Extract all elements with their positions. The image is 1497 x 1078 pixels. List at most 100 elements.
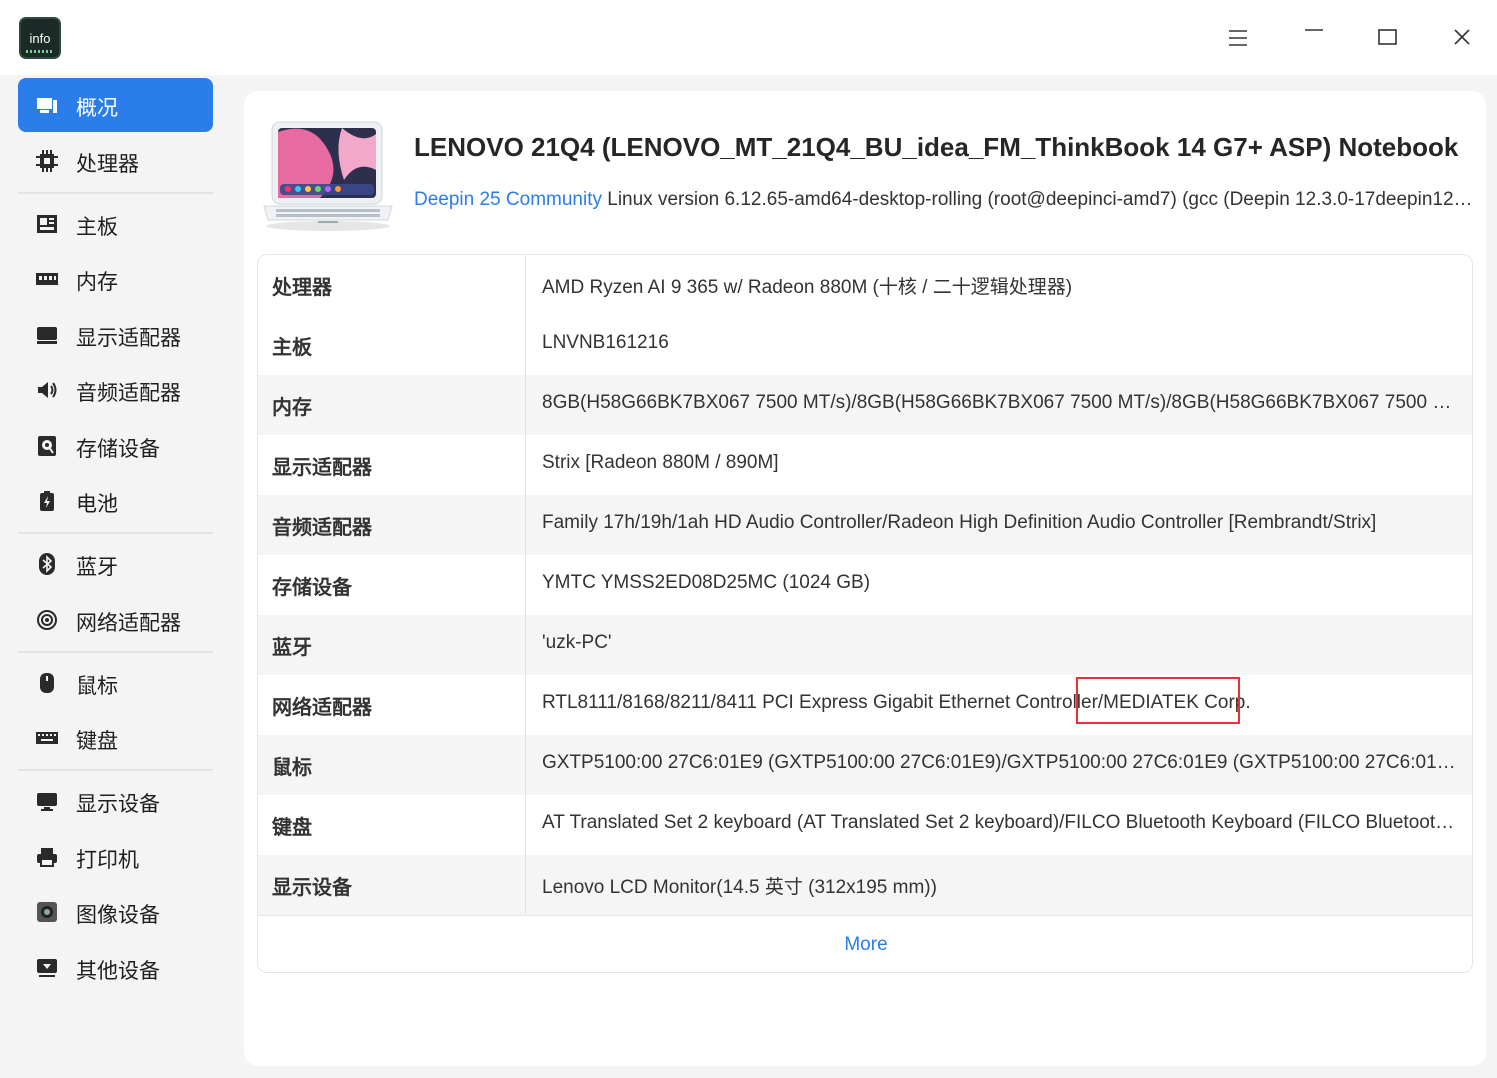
maximize-button[interactable]: [1368, 18, 1408, 58]
sidebar: 概况 处理器 主板 内存 显示适配器 音频适配器 存储设备 电池 蓝牙 网络适配…: [0, 75, 230, 1078]
sidebar-item-camera[interactable]: 图像设备: [18, 885, 213, 939]
table-row: 鼠标 GXTP5100:00 27C6:01E9 (GXTP5100:00 27…: [258, 735, 1472, 795]
cpu-icon: [36, 150, 58, 172]
sidebar-item-monitor[interactable]: 显示设备: [18, 774, 213, 828]
row-value: RTL8111/8168/8211/8411 PCI Express Gigab…: [542, 692, 1251, 713]
row-value: Lenovo LCD Monitor(14.5 英寸 (312x195 mm)): [542, 877, 937, 898]
display-adapter-icon: [37, 327, 57, 344]
sidebar-item-motherboard[interactable]: 主板: [18, 197, 213, 251]
sidebar-item-memory[interactable]: 内存: [18, 252, 213, 306]
sidebar-item-label: 网络适配器: [76, 612, 181, 635]
mouse-icon: [40, 673, 54, 693]
row-key: 蓝牙: [272, 637, 312, 659]
row-key: 键盘: [272, 817, 312, 839]
table-row: 显示设备 Lenovo LCD Monitor(14.5 英寸 (312x195…: [258, 855, 1472, 915]
monitor-icon: [37, 793, 57, 811]
minimize-icon: [1305, 29, 1323, 31]
sidebar-item-label: 主板: [76, 216, 118, 239]
row-key: 处理器: [272, 277, 332, 299]
sidebar-item-other-devices[interactable]: 其他设备: [18, 941, 213, 995]
sidebar-item-network[interactable]: 网络适配器: [18, 593, 213, 647]
sidebar-item-printer[interactable]: 打印机: [18, 830, 213, 884]
row-value: GXTP5100:00 27C6:01E9 (GXTP5100:00 27C6:…: [542, 752, 1462, 773]
row-key: 主板: [272, 337, 312, 359]
battery-icon: [40, 491, 54, 511]
row-value: YMTC YMSS2ED08D25MC (1024 GB): [542, 572, 871, 593]
sidebar-item-label: 音频适配器: [76, 382, 181, 405]
table-row: 主板 LNVNB161216: [258, 315, 1472, 375]
device-manager-window: info 概况 处理器 主板 内存 显示适配器 音频适配器 存储设备 电池 蓝牙…: [0, 0, 1497, 1078]
row-key: 内存: [272, 397, 312, 419]
sidebar-item-cpu[interactable]: 处理器: [18, 134, 213, 188]
kernel-info: Linux version 6.12.65-amd64-desktop-roll…: [607, 189, 1476, 210]
sidebar-item-label: 显示设备: [76, 793, 160, 816]
row-key: 存储设备: [272, 577, 352, 599]
sidebar-divider: [18, 532, 213, 534]
row-key: 显示设备: [272, 877, 352, 899]
row-key: 鼠标: [272, 757, 312, 779]
printer-icon: [37, 848, 57, 867]
sidebar-item-label: 存储设备: [76, 438, 160, 461]
row-key: 网络适配器: [272, 697, 372, 719]
sidebar-item-label: 打印机: [76, 849, 139, 872]
table-row: 显示适配器 Strix [Radeon 880M / 890M]: [258, 435, 1472, 495]
close-icon: [1454, 29, 1470, 45]
sidebar-item-bluetooth[interactable]: 蓝牙: [18, 537, 213, 591]
app-icon-text: info: [29, 30, 51, 46]
sidebar-item-label: 鼠标: [76, 675, 118, 698]
summary-table: 处理器 AMD Ryzen AI 9 365 w/ Radeon 880M (十…: [257, 254, 1473, 973]
row-value: AMD Ryzen AI 9 365 w/ Radeon 880M (十核 / …: [542, 277, 1073, 298]
sidebar-item-label: 蓝牙: [76, 556, 118, 579]
hamburger-icon: [1229, 30, 1247, 46]
more-link[interactable]: More: [258, 915, 1472, 972]
speaker-icon: [38, 382, 57, 398]
sidebar-item-storage[interactable]: 存储设备: [18, 419, 213, 473]
titlebar: info: [0, 0, 1497, 75]
row-value: AT Translated Set 2 keyboard (AT Transla…: [542, 812, 1462, 833]
sidebar-item-label: 图像设备: [76, 904, 160, 927]
sidebar-divider: [18, 192, 213, 194]
app-icon: info: [19, 17, 61, 59]
close-button[interactable]: [1443, 18, 1483, 58]
table-row: 网络适配器 RTL8111/8168/8211/8411 PCI Express…: [258, 675, 1472, 735]
laptop-illustration: [263, 121, 393, 231]
row-value: 'uzk-PC': [542, 632, 612, 653]
sidebar-item-audio[interactable]: 音频适配器: [18, 363, 213, 417]
sidebar-divider: [18, 769, 213, 771]
sidebar-item-label: 显示适配器: [76, 327, 181, 350]
sidebar-item-label: 处理器: [76, 153, 139, 176]
camera-icon: [37, 902, 57, 922]
minimize-button[interactable]: [1294, 18, 1334, 58]
storage-icon: [38, 436, 56, 456]
table-row: 内存 8GB(H58G66BK7BX067 7500 MT/s)/8GB(H58…: [258, 375, 1472, 435]
highlight-box: [1076, 677, 1240, 724]
device-title: LENOVO 21Q4 (LENOVO_MT_21Q4_BU_idea_FM_T…: [414, 132, 1459, 162]
row-value: Family 17h/19h/1ah HD Audio Controller/R…: [542, 512, 1377, 533]
keyboard-icon: [36, 732, 58, 744]
sidebar-item-display-adapter[interactable]: 显示适配器: [18, 308, 213, 362]
sidebar-item-label: 其他设备: [76, 960, 160, 983]
sidebar-item-label: 内存: [76, 271, 118, 294]
sidebar-divider: [18, 651, 213, 653]
sidebar-item-overview[interactable]: 概况: [18, 78, 213, 132]
row-key: 显示适配器: [272, 457, 372, 479]
row-value: LNVNB161216: [542, 332, 669, 353]
menu-button[interactable]: [1218, 18, 1258, 58]
os-link[interactable]: Deepin 25 Community: [414, 189, 602, 210]
sidebar-item-label: 键盘: [76, 730, 118, 753]
network-icon: [37, 610, 57, 630]
sidebar-item-keyboard[interactable]: 键盘: [18, 711, 213, 765]
bluetooth-icon: [39, 553, 55, 575]
row-key: 音频适配器: [272, 517, 372, 539]
row-value: Strix [Radeon 880M / 890M]: [542, 452, 779, 473]
sidebar-item-battery[interactable]: 电池: [18, 474, 213, 528]
table-row: 处理器 AMD Ryzen AI 9 365 w/ Radeon 880M (十…: [258, 255, 1472, 315]
os-info: Deepin 25 Community Linux version 6.12.6…: [414, 189, 1476, 211]
sidebar-item-label: 电池: [76, 493, 118, 516]
other-device-icon: [37, 959, 57, 977]
column-divider: [525, 255, 526, 914]
maximize-icon: [1378, 29, 1397, 45]
table-row: 蓝牙 'uzk-PC': [258, 615, 1472, 675]
table-row: 音频适配器 Family 17h/19h/1ah HD Audio Contro…: [258, 495, 1472, 555]
sidebar-item-mouse[interactable]: 鼠标: [18, 656, 213, 710]
